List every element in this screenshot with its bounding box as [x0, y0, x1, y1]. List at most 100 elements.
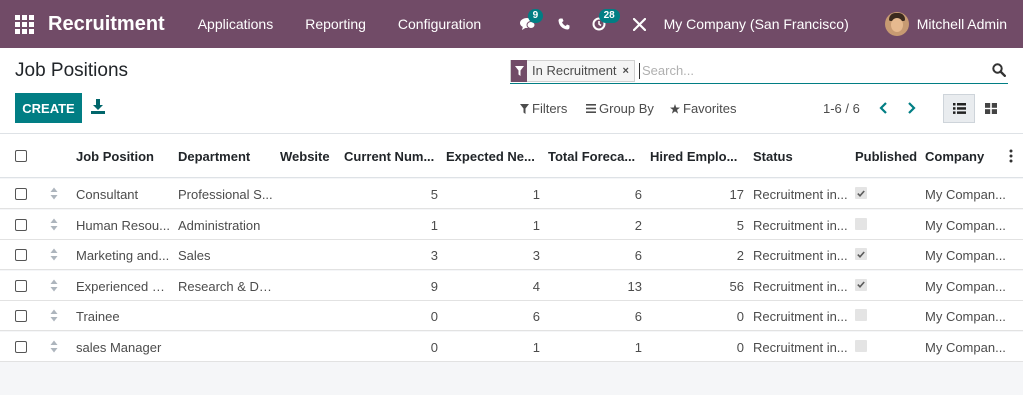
drag-handle-icon[interactable] — [50, 309, 58, 322]
row-checkbox[interactable] — [15, 310, 27, 322]
facet-label: In Recruitment — [532, 63, 617, 78]
drag-handle-icon[interactable] — [50, 340, 58, 353]
cell-expected-new: 4 — [532, 278, 540, 294]
cell-job-position: Consultant — [76, 187, 139, 202]
cell-department: Administration — [178, 217, 261, 233]
column-job-position[interactable]: Job Position — [76, 149, 172, 164]
cell-current-number: 3 — [430, 248, 438, 263]
cell-hired-employees: 2 — [736, 248, 744, 263]
search-input[interactable] — [638, 62, 979, 79]
row-checkbox[interactable] — [15, 279, 27, 292]
published-checkbox[interactable] — [855, 278, 867, 291]
messages-badge: 9 — [527, 9, 544, 23]
group-by-dropdown[interactable]: Group By — [586, 101, 654, 116]
cell-status: Recruitment in... — [753, 309, 848, 324]
column-expected-new[interactable]: Expected Ne... — [446, 149, 542, 164]
phone-button[interactable] — [556, 18, 572, 30]
cell-expected-new: 1 — [532, 217, 540, 233]
row-checkbox[interactable] — [15, 218, 27, 231]
list-view-button[interactable] — [943, 94, 975, 123]
published-checkbox[interactable] — [855, 187, 867, 199]
filter-icon — [520, 103, 529, 114]
avatar[interactable] — [884, 12, 909, 36]
menu-reporting[interactable]: Reporting — [305, 16, 366, 32]
published-checkbox[interactable] — [855, 248, 867, 260]
favorites-dropdown[interactable]: Favorites — [670, 101, 736, 116]
published-checkbox[interactable] — [855, 339, 867, 352]
row-checkbox[interactable] — [15, 188, 27, 200]
drag-handle-icon[interactable] — [50, 248, 58, 261]
column-website[interactable]: Website — [280, 149, 338, 164]
cell-department: Sales — [178, 248, 211, 263]
app-name[interactable]: Recruitment — [48, 13, 165, 36]
cell-current-number: 1 — [430, 217, 438, 233]
group-by-icon — [586, 104, 596, 113]
cell-total-forecast: 2 — [634, 217, 642, 233]
navbar-right: 9 28 My Company (San Francisco) Mitchell… — [518, 0, 1023, 48]
cell-job-position: Experienced D... — [76, 278, 172, 294]
phone-icon — [558, 18, 570, 30]
column-total-forecast[interactable]: Total Foreca... — [548, 149, 644, 164]
messages-button[interactable]: 9 — [518, 9, 544, 31]
chevron-right-icon[interactable] — [905, 101, 917, 115]
create-button[interactable]: CREATE — [15, 93, 82, 123]
download-icon[interactable] — [91, 99, 105, 115]
table-row[interactable]: Trainee 0 6 6 0 Recruitment in... My Compan... — [0, 301, 1023, 331]
cell-status: Recruitment in... — [753, 339, 848, 355]
activities-button[interactable]: 28 — [590, 9, 620, 31]
column-hired-employees[interactable]: Hired Emplo... — [650, 149, 746, 164]
kanban-view-button[interactable] — [975, 94, 1007, 123]
filter-facet-icon — [511, 59, 527, 82]
table-row[interactable]: sales Manager 0 1 1 0 Recruitment in... My Com… — [0, 331, 1023, 362]
cell-company: My Compan... — [925, 339, 1006, 355]
table-row[interactable]: Consultant Professional S... 5 1 6 17 Recruitm… — [0, 179, 1023, 209]
search-bar: In Recruitment × — [510, 58, 1008, 84]
published-checkbox[interactable] — [855, 309, 867, 321]
cell-expected-new: 3 — [532, 248, 540, 263]
column-status[interactable]: Status — [753, 149, 849, 164]
user-menu[interactable]: Mitchell Admin — [917, 16, 1007, 32]
apps-grid-icon[interactable] — [14, 14, 34, 34]
column-current-number[interactable]: Current Num... — [344, 149, 440, 164]
cell-job-position: Marketing and... — [76, 248, 170, 263]
cell-department: Professional S... — [178, 187, 273, 202]
filters-dropdown[interactable]: Filters — [520, 101, 567, 116]
chevron-left-icon[interactable] — [878, 101, 890, 115]
pager-value[interactable]: 1-6 / 6 — [823, 101, 860, 116]
menu-applications[interactable]: Applications — [198, 16, 274, 32]
top-navbar: Recruitment Applications Reporting Confi… — [0, 0, 1023, 48]
menu-configuration[interactable]: Configuration — [398, 16, 481, 32]
cell-expected-new: 1 — [532, 339, 540, 355]
select-all-checkbox[interactable] — [15, 150, 27, 162]
drag-handle-icon[interactable] — [50, 218, 58, 231]
column-options-icon[interactable] — [1009, 149, 1013, 163]
cell-current-number: 9 — [430, 278, 438, 294]
debug-tools-button[interactable] — [632, 17, 648, 31]
cell-status: Recruitment in... — [753, 217, 848, 233]
row-checkbox[interactable] — [15, 249, 27, 261]
row-checkbox[interactable] — [15, 340, 27, 353]
drag-handle-icon[interactable] — [50, 279, 58, 292]
cell-hired-employees: 0 — [736, 309, 744, 324]
cell-expected-new: 1 — [532, 187, 540, 202]
cell-company: My Compan... — [925, 309, 1006, 324]
check-icon — [857, 250, 865, 258]
cell-total-forecast: 6 — [634, 309, 642, 324]
cell-job-position: sales Manager — [76, 339, 162, 355]
facet-remove-icon[interactable]: × — [623, 65, 634, 77]
cell-job-position: Human Resou... — [76, 217, 170, 233]
table-row[interactable]: Experienced D... Research & De... 9 4 13 56 Re… — [0, 270, 1023, 301]
search-icon[interactable] — [992, 63, 1006, 77]
published-checkbox[interactable] — [855, 217, 867, 230]
list-view: Job Position Department Website Current … — [0, 133, 1023, 395]
column-published[interactable]: Published — [855, 149, 921, 164]
drag-handle-icon[interactable] — [50, 187, 58, 200]
company-switcher[interactable]: My Company (San Francisco) — [664, 16, 849, 32]
column-company[interactable]: Company — [925, 149, 1005, 164]
table-row[interactable]: Human Resou... Administration 1 1 2 5 Recruitm… — [0, 209, 1023, 240]
activities-badge: 28 — [598, 9, 620, 23]
column-department[interactable]: Department — [178, 149, 274, 164]
cell-company: My Compan... — [925, 248, 1006, 263]
cell-department: Research & De... — [178, 278, 274, 294]
table-row[interactable]: Marketing and... Sales 3 3 6 2 Recruitment in.… — [0, 240, 1023, 270]
